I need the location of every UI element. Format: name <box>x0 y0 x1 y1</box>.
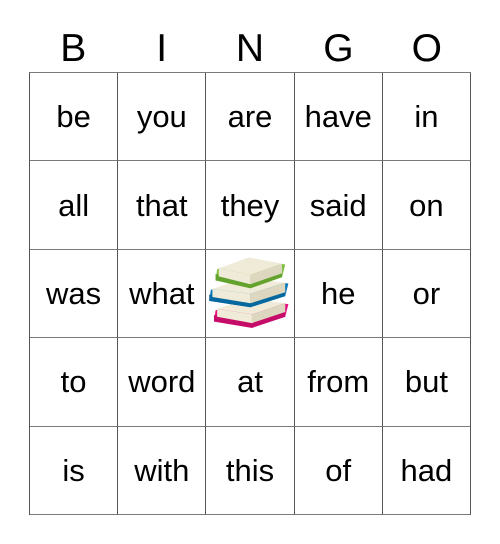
bingo-cell[interactable]: are <box>206 73 295 162</box>
bingo-cell-label: at <box>237 364 263 400</box>
bingo-cell[interactable]: they <box>206 161 295 250</box>
bingo-cell[interactable]: but <box>382 338 472 427</box>
bingo-header: B I N G O <box>29 24 471 72</box>
bingo-cell[interactable]: have <box>294 73 383 162</box>
bingo-cell[interactable]: said <box>294 161 383 250</box>
bingo-cell[interactable]: word <box>118 338 207 427</box>
bingo-cell-label: from <box>307 364 370 400</box>
bingo-cell[interactable]: be <box>30 73 119 162</box>
bingo-row: be you are have in <box>30 73 472 162</box>
bingo-cell[interactable]: or <box>382 249 472 339</box>
bingo-cell[interactable]: to <box>30 338 119 427</box>
bingo-row: to word at from but <box>30 338 472 427</box>
bingo-row: was what he or <box>30 249 472 339</box>
bingo-cell-label: are <box>227 99 273 135</box>
bingo-cell[interactable]: had <box>382 426 472 516</box>
header-letter-o: O <box>411 26 442 70</box>
header-letter-i: I <box>156 26 168 70</box>
header-letter-n: N <box>235 26 265 70</box>
bingo-cell-label: in <box>414 99 439 135</box>
bingo-cell[interactable]: is <box>30 426 119 516</box>
bingo-cell-label: but <box>404 364 448 400</box>
bingo-cell-label: is <box>62 452 85 488</box>
bingo-cell-label: on <box>409 187 444 223</box>
bingo-cell[interactable]: on <box>382 161 472 250</box>
bingo-cell-label: this <box>225 452 275 488</box>
bingo-cell-label: have <box>304 99 372 135</box>
bingo-cell-label: or <box>412 276 441 312</box>
bingo-cell-label: with <box>134 452 190 488</box>
bingo-cell-label: of <box>325 452 352 488</box>
bingo-cell-label: what <box>129 276 195 312</box>
bingo-cell[interactable]: in <box>382 73 472 162</box>
bingo-cell-label: said <box>309 187 367 223</box>
bingo-cell[interactable]: of <box>294 426 383 516</box>
bingo-cell[interactable]: with <box>118 426 207 516</box>
stack-of-books-icon <box>209 256 289 328</box>
bingo-grid: be you are have in all that they said on… <box>29 72 472 516</box>
bingo-cell-label: was <box>46 276 102 312</box>
bingo-cell[interactable]: this <box>206 426 295 516</box>
bingo-cell[interactable]: what <box>118 249 207 339</box>
bingo-cell-label: they <box>220 187 280 223</box>
bingo-cell-label: he <box>320 276 356 312</box>
bingo-row: is with this of had <box>30 426 472 516</box>
bingo-cell-label: had <box>400 452 453 488</box>
header-letter-b: B <box>60 26 87 70</box>
bingo-cell[interactable]: at <box>206 338 295 427</box>
bingo-card: B I N G O be you are have in all that th… <box>0 0 500 544</box>
bingo-row: all that they said on <box>30 161 472 250</box>
bingo-cell-label: that <box>135 187 188 223</box>
bingo-cell[interactable]: was <box>30 249 119 339</box>
bingo-cell[interactable]: that <box>118 161 207 250</box>
bingo-cell-label: all <box>58 187 90 223</box>
bingo-cell-label: be <box>56 99 91 135</box>
bingo-cell[interactable]: he <box>294 249 383 339</box>
header-letter-g: G <box>323 26 354 70</box>
bingo-cell[interactable]: you <box>118 73 207 162</box>
bingo-cell-label: to <box>60 364 87 400</box>
bingo-free-space-cell[interactable] <box>206 249 295 339</box>
bingo-cell[interactable]: all <box>30 161 119 250</box>
bingo-cell[interactable]: from <box>294 338 383 427</box>
bingo-cell-label: word <box>128 364 196 400</box>
bingo-cell-label: you <box>136 99 187 135</box>
